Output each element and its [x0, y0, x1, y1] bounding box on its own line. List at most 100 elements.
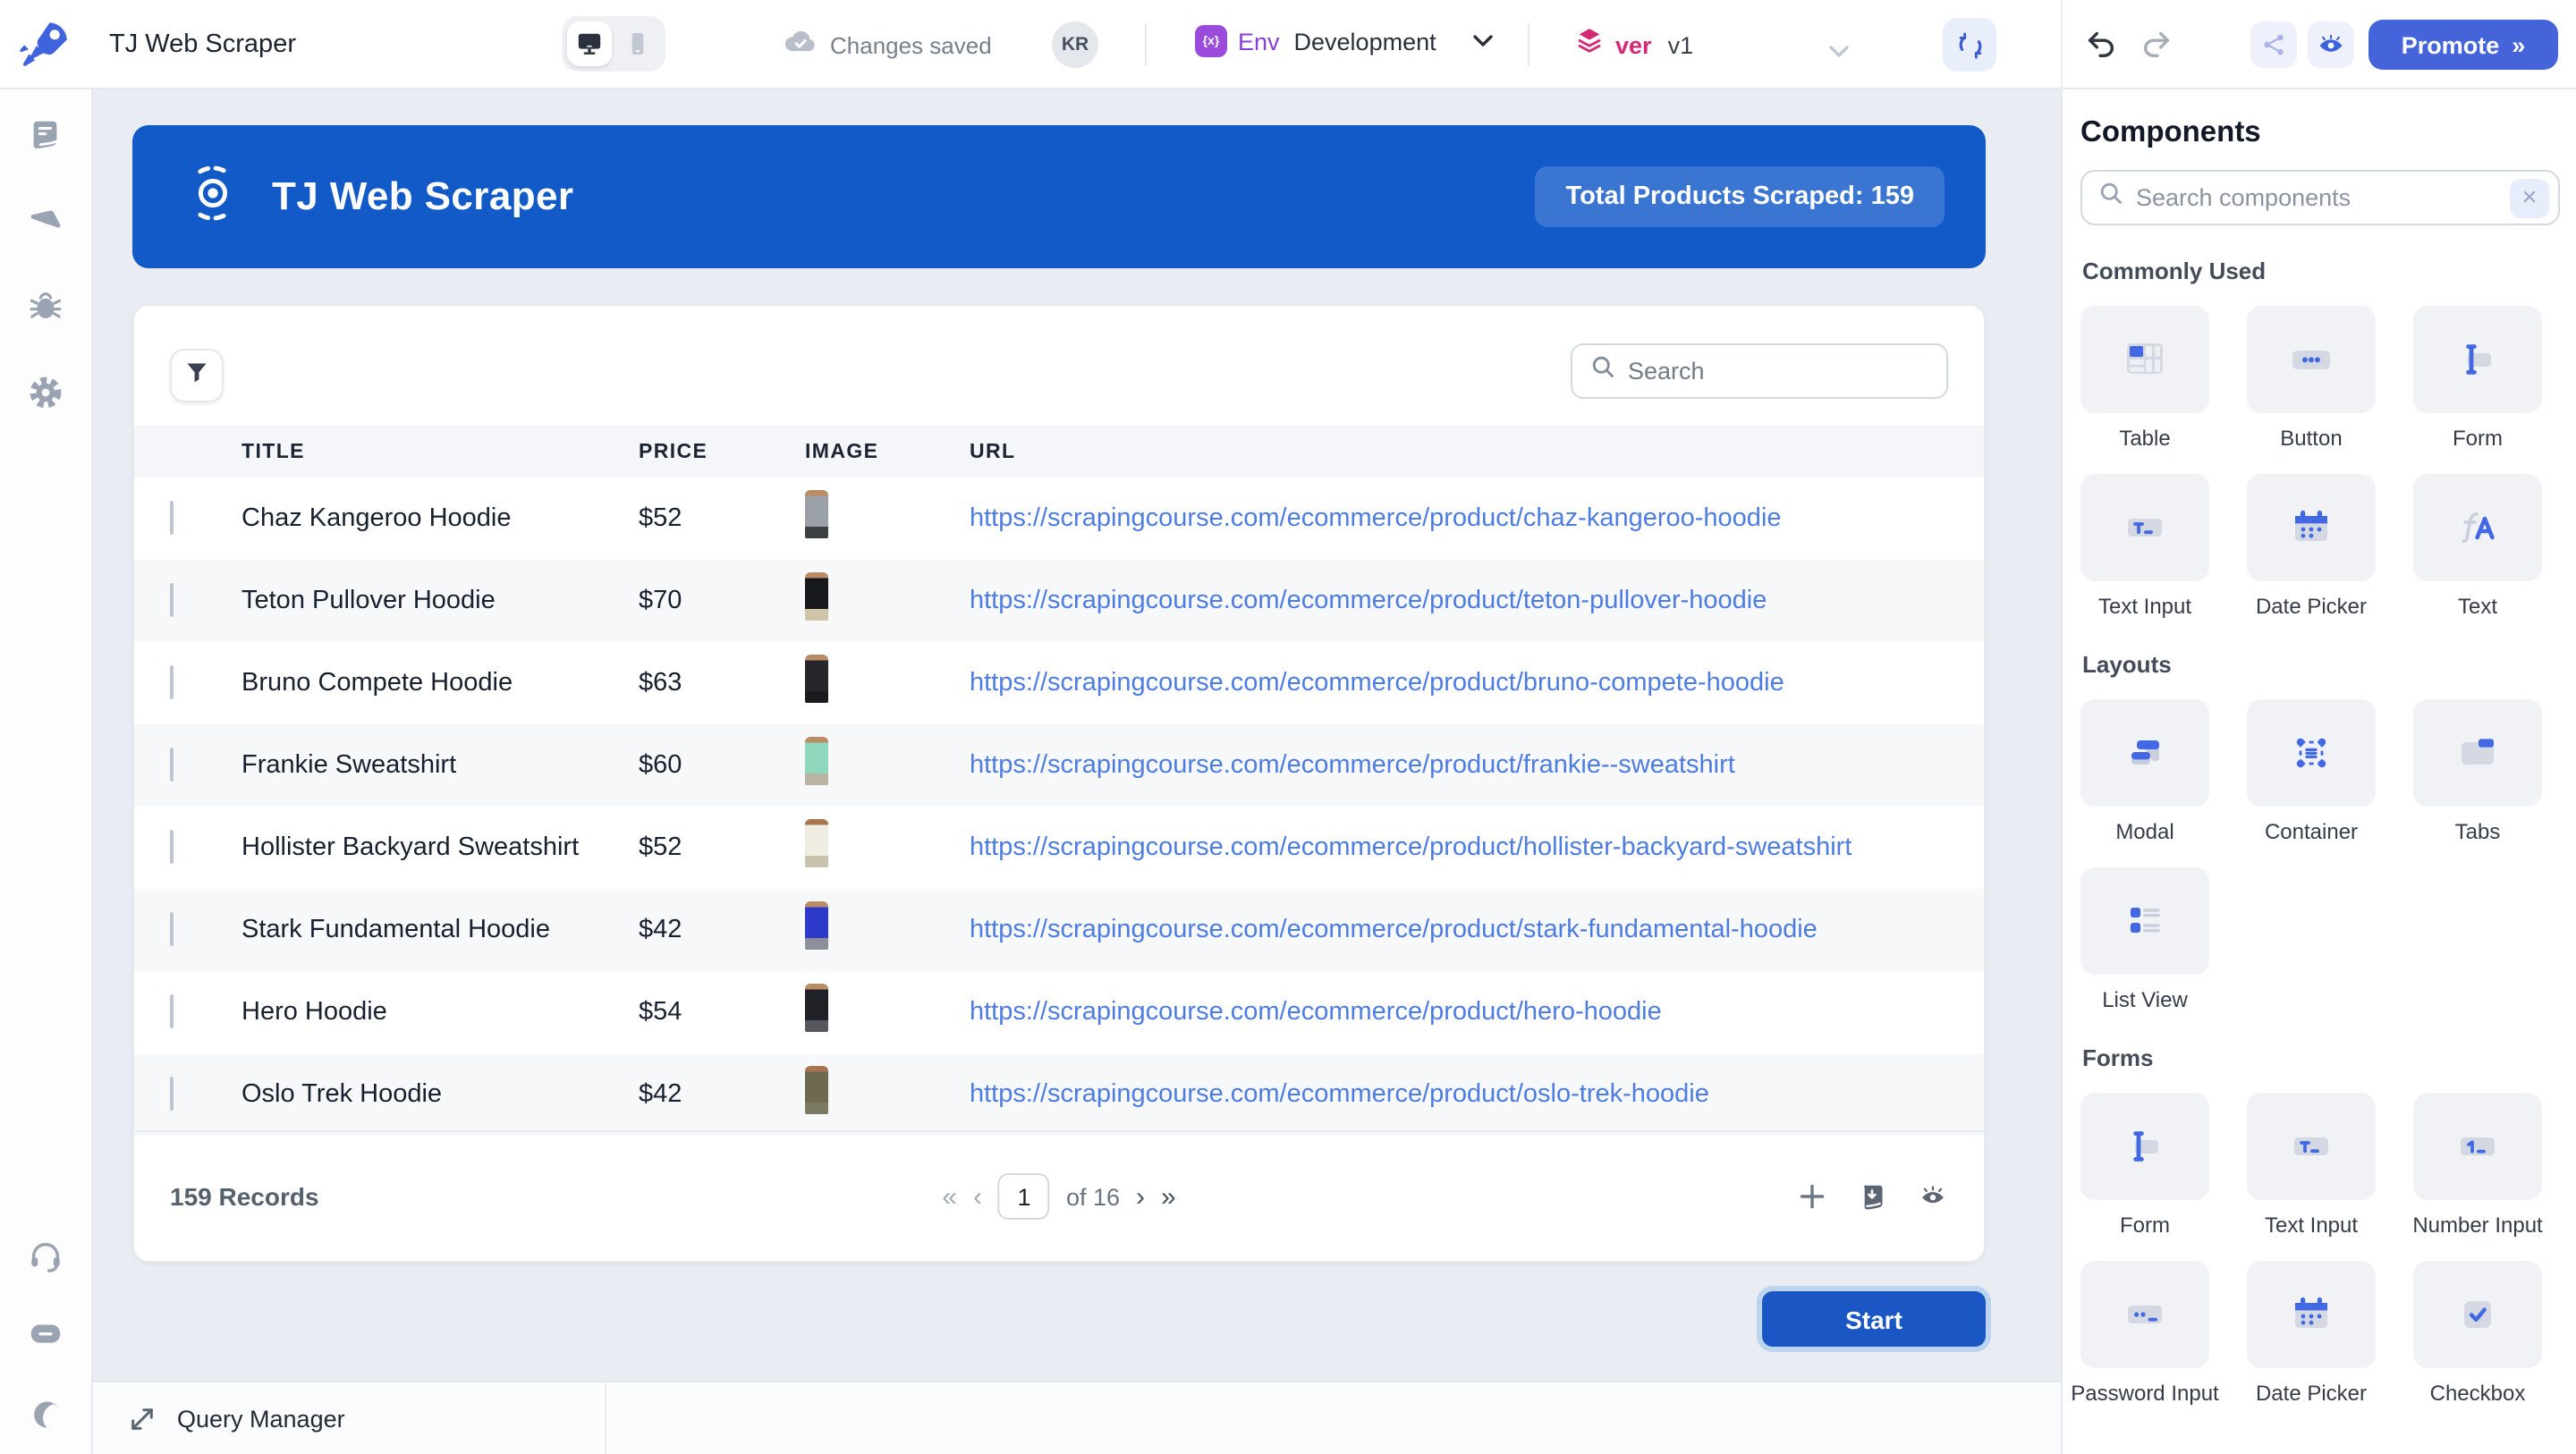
inspector-icon[interactable] [15, 190, 76, 250]
environment-selector[interactable]: {x} Env Development [1195, 25, 1494, 57]
version-selector[interactable]: ver v1 [1574, 25, 1693, 64]
component-card-text-input[interactable]: Text Input [2247, 1093, 2376, 1238]
row-checkbox[interactable] [170, 830, 174, 864]
column-header[interactable]: TITLE [242, 441, 639, 462]
table-search[interactable] [1571, 343, 1948, 399]
redo-icon[interactable] [2140, 27, 2174, 70]
row-checkbox[interactable] [170, 748, 174, 782]
start-button[interactable]: Start [1762, 1291, 1986, 1347]
component-card-container[interactable]: Container [2247, 699, 2376, 844]
product-url-link[interactable]: https://scrapingcourse.com/ecommerce/pro… [970, 833, 1984, 862]
table-row[interactable]: Bruno Compete Hoodie $63 https://scrapingc… [134, 642, 1984, 724]
query-manager-bar: Query Manager [93, 1381, 2061, 1454]
components-panel-title: Components [2080, 116, 2261, 148]
column-visibility-eye-icon[interactable] [1918, 1184, 1948, 1209]
promote-button[interactable]: Promote » [2368, 20, 2558, 70]
clear-x-icon[interactable]: ✕ [2510, 178, 2549, 217]
app-canvas: TJ Web Scraper Total Products Scraped: 1… [93, 89, 2061, 1381]
chat-feedback-icon[interactable] [15, 1304, 76, 1365]
desktop-icon[interactable] [567, 21, 612, 66]
chevron-down-icon[interactable] [1828, 36, 1850, 68]
component-card-modal[interactable]: Modal [2080, 699, 2209, 844]
product-url-link[interactable]: https://scrapingcourse.com/ecommerce/pro… [970, 587, 1984, 615]
divider [2061, 0, 2063, 89]
undo-icon[interactable] [2084, 27, 2118, 70]
product-url-link[interactable]: https://scrapingcourse.com/ecommerce/pro… [970, 1080, 1984, 1109]
component-card-tabs[interactable]: Tabs [2413, 699, 2542, 844]
search-icon [1590, 354, 1615, 388]
components-search-input[interactable] [2136, 184, 2497, 211]
version-label: ver [1615, 31, 1652, 58]
component-card-form[interactable]: Form [2080, 1093, 2209, 1238]
row-checkbox[interactable] [170, 912, 174, 946]
download-data-icon[interactable] [1857, 1181, 1887, 1212]
device-layout-toggle[interactable] [562, 16, 665, 72]
theme-moon-icon[interactable] [15, 1382, 76, 1443]
table-row[interactable]: Teton Pullover Hoodie $70 https://scraping… [134, 560, 1984, 642]
environment-icon: {x} [1195, 25, 1227, 57]
row-checkbox[interactable] [170, 583, 174, 617]
preview-eye-icon[interactable] [2308, 21, 2354, 68]
table-row[interactable]: Frankie Sweatshirt $60 https://scrapingcou… [134, 724, 1984, 807]
text-input-icon [2080, 474, 2209, 581]
components-search[interactable]: ✕ [2080, 170, 2560, 225]
product-url-link[interactable]: https://scrapingcourse.com/ecommerce/pro… [970, 504, 1984, 533]
first-page-button[interactable]: « [942, 1181, 957, 1212]
table-row[interactable]: Hero Hoodie $54 https://scrapingcourse.com… [134, 971, 1984, 1053]
component-card-date-picker[interactable]: Date Picker [2247, 474, 2376, 619]
table-row[interactable]: Chaz Kangeroo Hoodie $52 https://scrapingc… [134, 478, 1984, 560]
filter-button[interactable] [170, 349, 224, 402]
next-page-button[interactable]: › [1136, 1181, 1145, 1212]
product-title-cell: Oslo Trek Hoodie [242, 1080, 443, 1109]
query-manager-label[interactable]: Query Manager [177, 1405, 345, 1432]
column-header[interactable]: IMAGE [805, 441, 970, 462]
prev-page-button[interactable]: ‹ [973, 1181, 982, 1212]
product-url-link[interactable]: https://scrapingcourse.com/ecommerce/pro… [970, 998, 1984, 1027]
component-card-date-picker[interactable]: Date Picker [2247, 1261, 2376, 1406]
component-card-password-input[interactable]: Password Input [2071, 1261, 2219, 1406]
header-banner: TJ Web Scraper Total Products Scraped: 1… [132, 125, 1986, 268]
component-card-number-input[interactable]: Number Input [2412, 1093, 2543, 1238]
component-card-text[interactable]: Text [2413, 474, 2542, 619]
table-search-input[interactable] [1628, 358, 1928, 385]
products-table: TITLE PRICE IMAGE URL Chaz Kangeroo Hood… [132, 304, 1986, 1263]
table-row[interactable]: Stark Fundamental Hoodie $42 https://scrap… [134, 889, 1984, 971]
settings-gear-icon[interactable] [15, 361, 76, 422]
component-label: Container [2264, 819, 2359, 844]
debugger-icon[interactable] [15, 275, 76, 336]
component-card-text-input[interactable]: Text Input [2080, 474, 2209, 619]
share-icon[interactable] [2250, 21, 2297, 68]
refresh-icon[interactable] [1943, 18, 1996, 72]
product-price-cell: $42 [639, 1080, 682, 1109]
table-row[interactable]: Hollister Backyard Sweatshirt $52 https://… [134, 807, 1984, 889]
tooljet-logo-rocket-icon[interactable] [16, 16, 73, 73]
table-row[interactable]: Oslo Trek Hoodie $42 https://scrapingcours… [134, 1053, 1984, 1136]
target-radar-icon [182, 162, 243, 232]
app-title[interactable]: TJ Web Scraper [109, 30, 296, 59]
product-image-thumbnail [805, 1066, 828, 1114]
column-header[interactable]: PRICE [639, 441, 805, 462]
row-checkbox[interactable] [170, 1077, 174, 1111]
cloud-check-icon [784, 29, 818, 61]
support-headset-icon[interactable] [15, 1225, 76, 1286]
mobile-icon[interactable] [615, 21, 660, 66]
row-checkbox[interactable] [170, 501, 174, 535]
component-card-form[interactable]: Form [2413, 306, 2542, 451]
expand-panel-icon[interactable] [129, 1405, 156, 1432]
current-page-input[interactable]: 1 [997, 1173, 1050, 1220]
product-url-link[interactable]: https://scrapingcourse.com/ecommerce/pro… [970, 916, 1984, 944]
row-checkbox[interactable] [170, 994, 174, 1028]
product-url-link[interactable]: https://scrapingcourse.com/ecommerce/pro… [970, 751, 1984, 780]
pages-icon[interactable] [15, 104, 76, 165]
user-avatar[interactable]: KR [1052, 21, 1098, 68]
component-card-list-view[interactable]: List View [2080, 867, 2209, 1012]
component-label: Form [2120, 1213, 2170, 1238]
add-row-icon[interactable] [1798, 1182, 1826, 1211]
component-card-button[interactable]: Button [2247, 306, 2376, 451]
product-url-link[interactable]: https://scrapingcourse.com/ecommerce/pro… [970, 669, 1984, 697]
column-header[interactable]: URL [970, 441, 1984, 462]
last-page-button[interactable]: » [1161, 1181, 1176, 1212]
component-card-checkbox[interactable]: Checkbox [2413, 1261, 2542, 1406]
row-checkbox[interactable] [170, 665, 174, 699]
component-card-table[interactable]: Table [2080, 306, 2209, 451]
